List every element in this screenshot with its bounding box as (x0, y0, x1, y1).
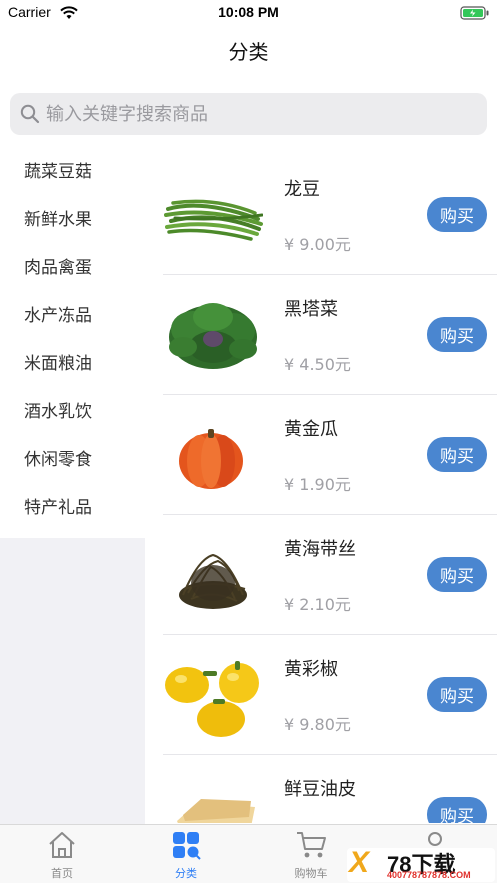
search-icon (20, 104, 40, 128)
buy-button[interactable]: 购买 (427, 317, 487, 352)
tab-label: 购物车 (294, 867, 328, 880)
kelp-strands-image (163, 529, 263, 621)
leafy-greens-image (163, 289, 263, 381)
product-name: 黄彩椒 (284, 659, 338, 680)
grid-icon (136, 830, 236, 864)
product-row[interactable]: 黑塔菜 ¥ 4.50元 购买 (163, 275, 497, 395)
product-name: 黄海带丝 (284, 539, 356, 560)
product-row[interactable]: 龙豆 ¥ 9.00元 购买 (163, 155, 497, 275)
pumpkin-image (163, 409, 263, 501)
buy-button[interactable]: 购买 (427, 197, 487, 232)
product-row[interactable]: 鲜豆油皮 购买 (163, 755, 497, 823)
product-name: 黄金瓜 (284, 419, 338, 440)
buy-button[interactable]: 购买 (427, 797, 487, 823)
buy-button[interactable]: 购买 (427, 557, 487, 592)
wifi-icon (60, 5, 78, 24)
tab-category[interactable]: 分类 (136, 825, 236, 883)
tab-label: 分类 (175, 867, 197, 880)
status-bar: Carrier 10:08 PM (0, 0, 497, 28)
sidebar-item-fruits[interactable]: 新鲜水果 (0, 196, 145, 244)
cart-icon (261, 830, 361, 864)
sidebar-item-vegetables[interactable]: 蔬菜豆菇 (0, 148, 145, 196)
sidebar-item-specialties[interactable]: 特产礼品 (0, 484, 145, 532)
carrier-label: Carrier (8, 4, 51, 20)
tofu-skin-image (163, 769, 263, 823)
buy-button[interactable]: 购买 (427, 677, 487, 712)
sidebar-item-seafood[interactable]: 水产冻品 (0, 292, 145, 340)
tab-home[interactable]: 首页 (12, 825, 112, 883)
product-name: 龙豆 (284, 179, 320, 200)
watermark-url: 400778787878.COM (387, 870, 471, 880)
product-price: ¥ 1.90元 (284, 475, 351, 494)
watermark-logo: X 78下载 400778787878.COM (347, 848, 495, 882)
product-row[interactable]: 黄海带丝 ¥ 2.10元 购买 (163, 515, 497, 635)
sidebar-item-grain-oil[interactable]: 米面粮油 (0, 340, 145, 388)
category-list: 蔬菜豆菇 新鲜水果 肉品禽蛋 水产冻品 米面粮油 酒水乳饮 休闲零食 特产礼品 (0, 148, 145, 538)
product-row[interactable]: 黄彩椒 ¥ 9.80元 购买 (163, 635, 497, 755)
product-price: ¥ 9.00元 (284, 235, 351, 254)
tab-cart[interactable]: 购物车 (261, 825, 361, 883)
search-input[interactable] (46, 93, 476, 135)
buy-button[interactable]: 购买 (427, 437, 487, 472)
product-price: ¥ 4.50元 (284, 355, 351, 374)
search-bar[interactable] (10, 93, 487, 135)
tab-label: 首页 (51, 867, 73, 880)
sidebar-item-snacks[interactable]: 休闲零食 (0, 436, 145, 484)
battery-icon (460, 5, 490, 24)
yellow-peppers-image (163, 649, 263, 741)
watermark-x-icon: X (349, 846, 370, 879)
home-icon (12, 830, 112, 864)
green-beans-image (163, 169, 264, 261)
product-price: ¥ 2.10元 (284, 595, 351, 614)
sidebar-item-drinks[interactable]: 酒水乳饮 (0, 388, 145, 436)
product-name: 黑塔菜 (284, 299, 338, 320)
sidebar-item-meat-eggs[interactable]: 肉品禽蛋 (0, 244, 145, 292)
product-list: 龙豆 ¥ 9.00元 购买 黑塔菜 ¥ 4.50元 购买 黄金瓜 ¥ 1.90元… (163, 155, 497, 823)
product-row[interactable]: 黄金瓜 ¥ 1.90元 购买 (163, 395, 497, 515)
product-price: ¥ 9.80元 (284, 715, 351, 734)
page-title: 分类 (228, 40, 269, 64)
category-sidebar: 蔬菜豆菇 新鲜水果 肉品禽蛋 水产冻品 米面粮油 酒水乳饮 休闲零食 特产礼品 (0, 148, 145, 824)
product-name: 鲜豆油皮 (284, 779, 356, 800)
